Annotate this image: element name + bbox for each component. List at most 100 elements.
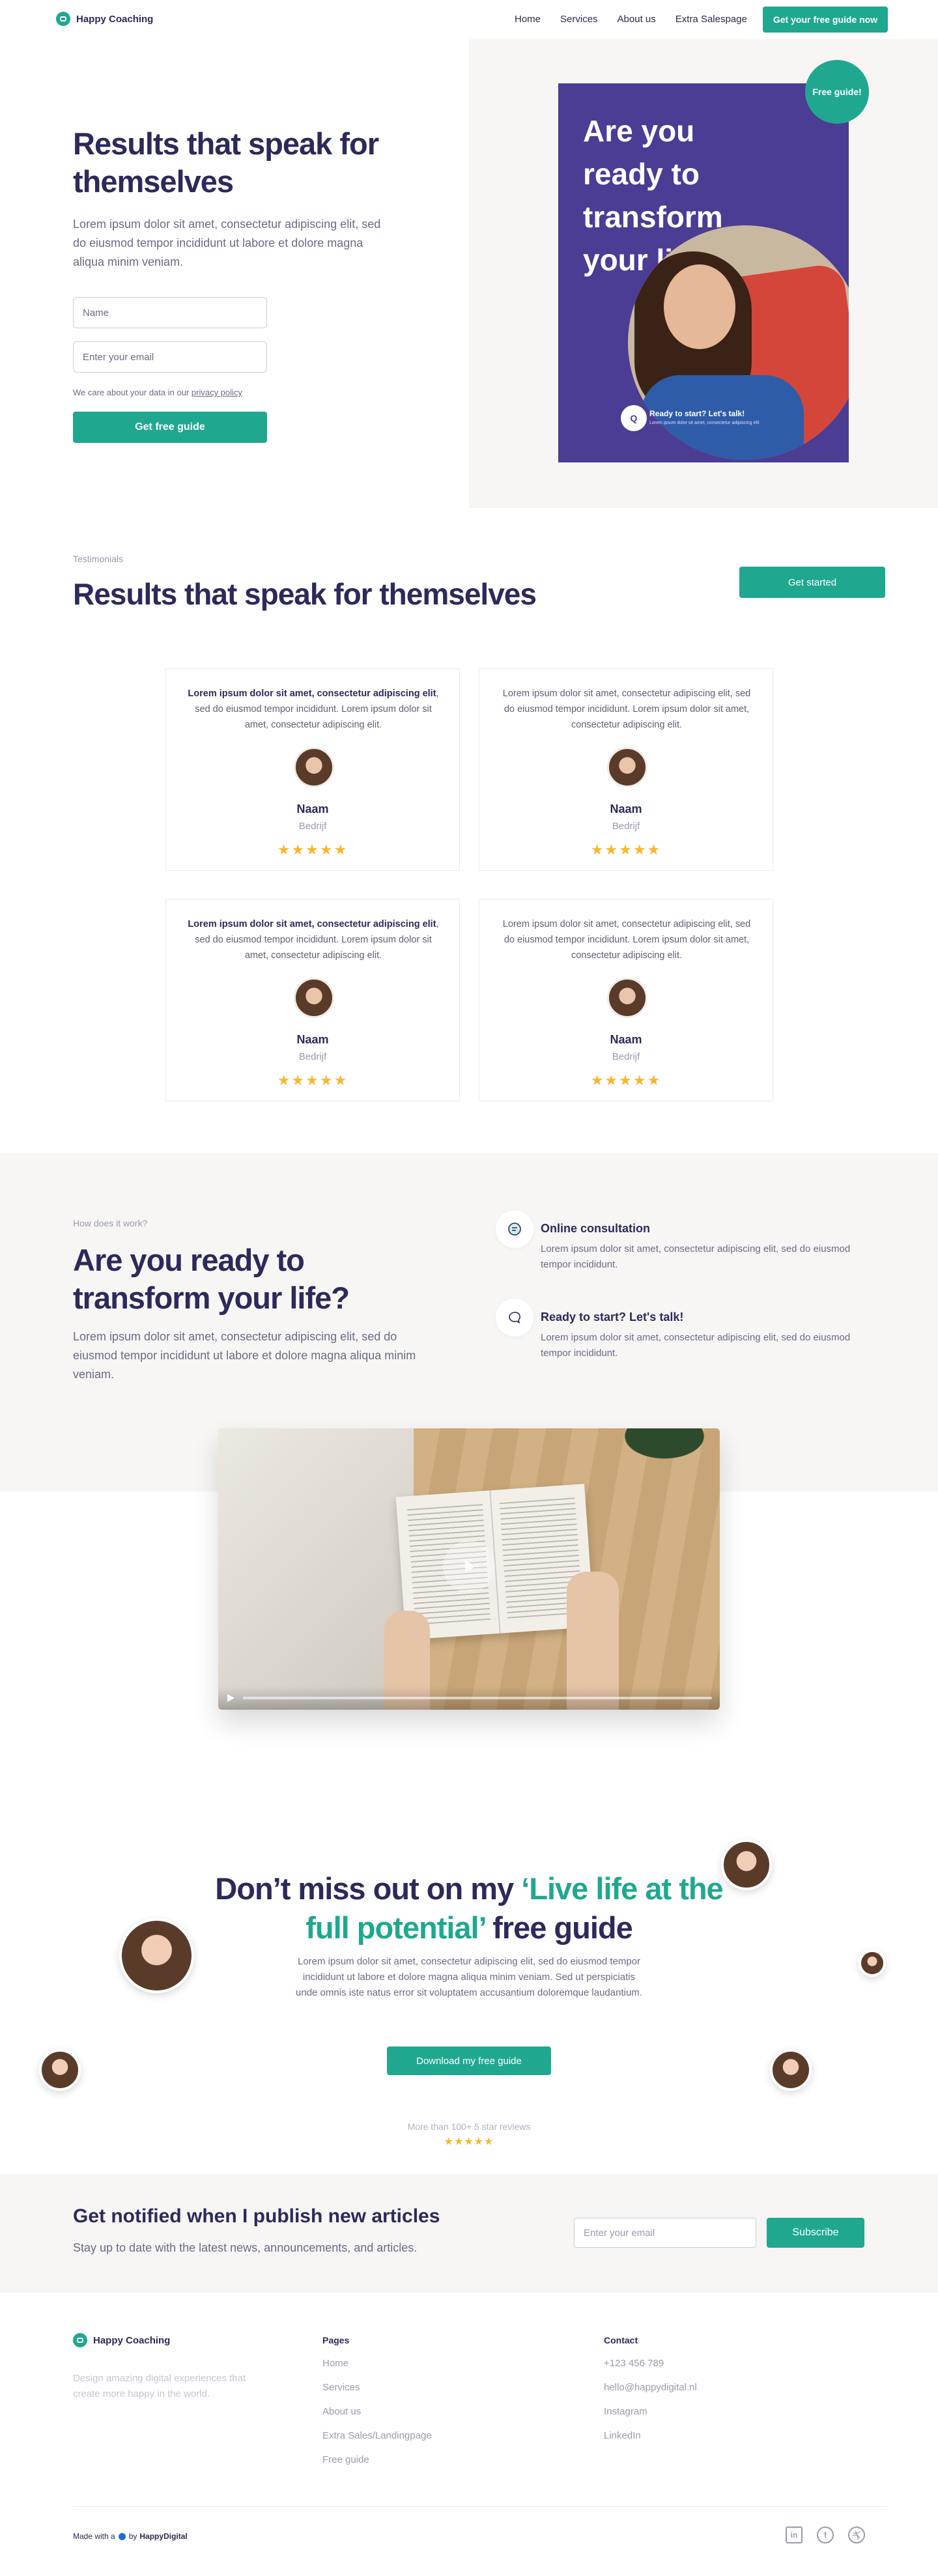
floating-avatar — [770, 2049, 812, 2091]
consultation-icon — [496, 1210, 533, 1248]
star-rating: ★★★★★ — [277, 1072, 348, 1088]
name-field[interactable]: Name — [73, 297, 267, 328]
guide-text: Lorem ipsum dolor sit amet, consectetur … — [296, 1956, 642, 1998]
email-field[interactable]: Enter your email — [73, 341, 267, 373]
testimonial-quote: Lorem ipsum dolor sit amet, consectetur … — [188, 688, 439, 730]
footer-contact-list: +123 456 789 hello@happydigital.nl Insta… — [604, 2358, 697, 2454]
testimonial-name: Naam — [610, 802, 642, 815]
testimonials-eyebrow: Testimonials — [73, 554, 124, 564]
footer-tagline: Design amazing digital experiences that … — [73, 2373, 246, 2399]
guide-title: Don’t miss out on my ‘Live life at the f… — [215, 1871, 723, 1945]
reviews-text: More than 100+ 5 star reviews — [407, 2121, 531, 2132]
testimonial-quote: Lorem ipsum dolor sit amet, consectetur … — [188, 919, 439, 961]
testimonial-company: Bedrijf — [298, 1051, 327, 1062]
heart-icon — [118, 2532, 126, 2540]
how-text: Lorem ipsum dolor sit amet, consectetur … — [73, 1330, 416, 1381]
get-free-guide-button[interactable]: Get free guide — [73, 412, 267, 443]
video-progress-bar[interactable] — [243, 1697, 712, 1699]
footer-contact-title: Contact — [604, 2335, 638, 2345]
nav-home[interactable]: Home — [515, 14, 541, 25]
site-header: Happy Coaching Home Services About us Ex… — [0, 0, 938, 39]
footer-link-home[interactable]: Home — [322, 2358, 432, 2369]
logo-icon — [73, 2333, 87, 2347]
cover-caption: Ready to start? Let's talk! — [649, 409, 745, 418]
feature-text: Lorem ipsum dolor sit amet, consectetur … — [541, 1332, 851, 1359]
feature-text: Lorem ipsum dolor sit amet, consectetur … — [541, 1243, 851, 1270]
testimonials-title: Results that speak for themselves — [73, 577, 537, 611]
download-guide-button[interactable]: Download my free guide — [387, 2046, 551, 2075]
main-nav: Home Services About us Extra Salespage — [495, 14, 747, 25]
hero-text: Lorem ipsum dolor sit amet, consectetur … — [73, 218, 381, 268]
footer-logo[interactable]: Happy Coaching — [73, 2333, 170, 2347]
play-icon[interactable] — [443, 1540, 495, 1592]
logo-icon — [56, 12, 70, 26]
privacy-prefix: We care about your data in our — [73, 388, 190, 397]
footer-phone[interactable]: +123 456 789 — [604, 2358, 697, 2369]
footer-link-free-guide[interactable]: Free guide — [322, 2454, 432, 2465]
subscribe-button[interactable]: Subscribe — [767, 2218, 864, 2248]
avatar — [607, 978, 647, 1018]
cover-subcaption: Lorem ipsum dolor sit amet, consectetur … — [649, 421, 760, 425]
testimonial-quote: Lorem ipsum dolor sit amet, consectetur … — [502, 919, 751, 961]
privacy-link[interactable]: privacy policy — [192, 388, 242, 397]
nav-services[interactable]: Services — [560, 14, 598, 25]
footer-link-about[interactable]: About us — [322, 2406, 432, 2417]
dribbble-icon[interactable] — [848, 2526, 865, 2543]
star-rating: ★★★★★ — [277, 842, 348, 858]
footer-link-extra-sales[interactable]: Extra Sales/Landingpage — [322, 2430, 432, 2441]
footer-pages-title: Pages — [322, 2335, 350, 2345]
avatar — [607, 747, 647, 787]
linkedin-icon[interactable]: in — [786, 2526, 803, 2543]
testimonial-company: Bedrijf — [612, 821, 640, 832]
chat-bubble-icon — [496, 1299, 533, 1337]
testimonial-quote: Lorem ipsum dolor sit amet, consectetur … — [502, 688, 751, 730]
testimonial-card: Lorem ipsum dolor sit amet, consectetur … — [479, 668, 773, 871]
logo-text: Happy Coaching — [76, 13, 154, 25]
free-guide-badge: Free guide! — [805, 60, 869, 124]
feature-title: Ready to start? Let's talk! — [541, 1310, 684, 1323]
nav-extra-salespage[interactable]: Extra Salespage — [675, 14, 747, 25]
how-eyebrow: How does it work? — [73, 1218, 148, 1228]
footer-instagram[interactable]: Instagram — [604, 2406, 697, 2417]
testimonial-card: Lorem ipsum dolor sit amet, consectetur … — [165, 668, 460, 871]
feature-title: Online consultation — [541, 1222, 651, 1235]
footer-email[interactable]: hello@happydigital.nl — [604, 2382, 697, 2393]
footer-logo-text: Happy Coaching — [93, 2334, 171, 2346]
video-player[interactable] — [218, 1428, 720, 1710]
nav-about[interactable]: About us — [618, 14, 656, 25]
facebook-icon[interactable]: f — [817, 2526, 834, 2543]
newsletter-text: Stay up to date with the latest news, an… — [73, 2241, 418, 2254]
star-rating: ★★★★★ — [590, 842, 662, 858]
testimonial-card: Lorem ipsum dolor sit amet, consectetur … — [479, 899, 773, 1101]
floating-avatar — [39, 2049, 81, 2091]
made-by-brand[interactable]: HappyDigital — [139, 2532, 187, 2541]
privacy-note: We care about your data in our privacy p… — [73, 388, 242, 397]
social-links: in f — [786, 2526, 865, 2543]
floating-avatar — [859, 1949, 886, 1977]
made-by-credit: Made with a by HappyDigital — [73, 2532, 188, 2541]
floating-avatar — [119, 1918, 194, 1993]
logo[interactable]: Happy Coaching — [56, 12, 153, 26]
footer-divider — [73, 2506, 887, 2507]
chat-icon: Q — [621, 405, 647, 431]
guide-cover: Are you ready to transform your life? Q … — [558, 83, 849, 462]
avatar — [294, 978, 334, 1018]
floating-avatar — [721, 1839, 772, 1890]
newsletter-email-field[interactable]: Enter your email — [574, 2218, 756, 2248]
footer-link-services[interactable]: Services — [322, 2382, 432, 2393]
reviews-stars: ★★★★★ — [444, 2136, 494, 2147]
testimonial-name: Naam — [296, 1033, 329, 1046]
testimonial-company: Bedrijf — [612, 1051, 640, 1062]
small-play-icon[interactable] — [226, 1693, 235, 1706]
header-cta-button[interactable]: Get your free guide now — [763, 7, 888, 33]
footer-pages-list: Home Services About us Extra Sales/Landi… — [322, 2358, 432, 2478]
star-rating: ★★★★★ — [590, 1072, 662, 1088]
get-started-button[interactable]: Get started — [739, 567, 885, 598]
how-title: Are you ready to transform your life? — [73, 1243, 350, 1315]
avatar — [294, 747, 334, 787]
footer-linkedin[interactable]: LinkedIn — [604, 2430, 697, 2441]
testimonial-company: Bedrijf — [298, 821, 327, 832]
testimonial-name: Naam — [610, 1033, 642, 1046]
newsletter-title: Get notified when I publish new articles — [73, 2205, 440, 2227]
testimonial-card: Lorem ipsum dolor sit amet, consectetur … — [165, 899, 460, 1101]
